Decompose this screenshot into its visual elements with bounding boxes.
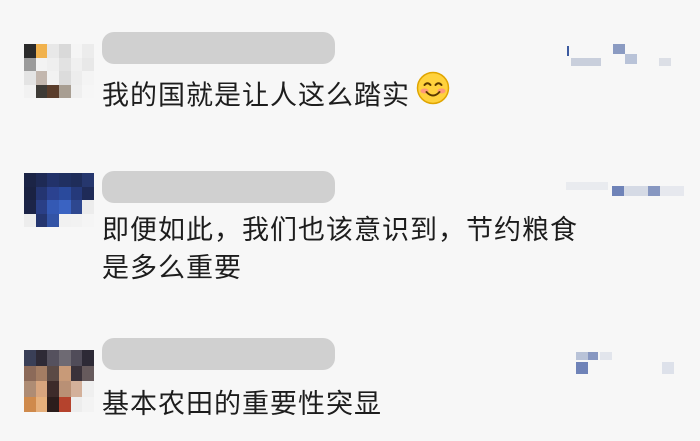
comment-text: 我的国就是让人这么踏实 xyxy=(102,71,450,120)
smiling-face-icon xyxy=(416,71,450,117)
comment-item-2: 即便如此，我们也该意识到，节约粮食 是多么重要 xyxy=(0,160,700,300)
avatar[interactable] xyxy=(24,350,94,412)
like-count-redacted[interactable] xyxy=(566,174,686,208)
author-name-redacted[interactable] xyxy=(102,171,335,203)
like-count-redacted[interactable] xyxy=(566,346,686,380)
comment-text: 基本农田的重要性突显 xyxy=(102,389,382,420)
author-name-redacted[interactable] xyxy=(102,338,335,370)
avatar[interactable] xyxy=(24,173,94,227)
comment-item-1: 我的国就是让人这么踏实 xyxy=(0,0,700,130)
like-count-redacted[interactable] xyxy=(563,40,683,74)
comment-item-3: 基本农田的重要性突显 xyxy=(0,330,700,441)
comment-text-content: 我的国就是让人这么踏实 xyxy=(102,80,410,112)
comment-text-line-2: 是多么重要 xyxy=(102,253,242,284)
comment-thread: { "comments": [ { "author": "", "text": … xyxy=(0,0,700,441)
avatar[interactable] xyxy=(24,44,94,98)
comment-text-line-1: 即便如此，我们也该意识到，节约粮食 xyxy=(102,215,578,246)
author-name-redacted[interactable] xyxy=(102,32,335,64)
